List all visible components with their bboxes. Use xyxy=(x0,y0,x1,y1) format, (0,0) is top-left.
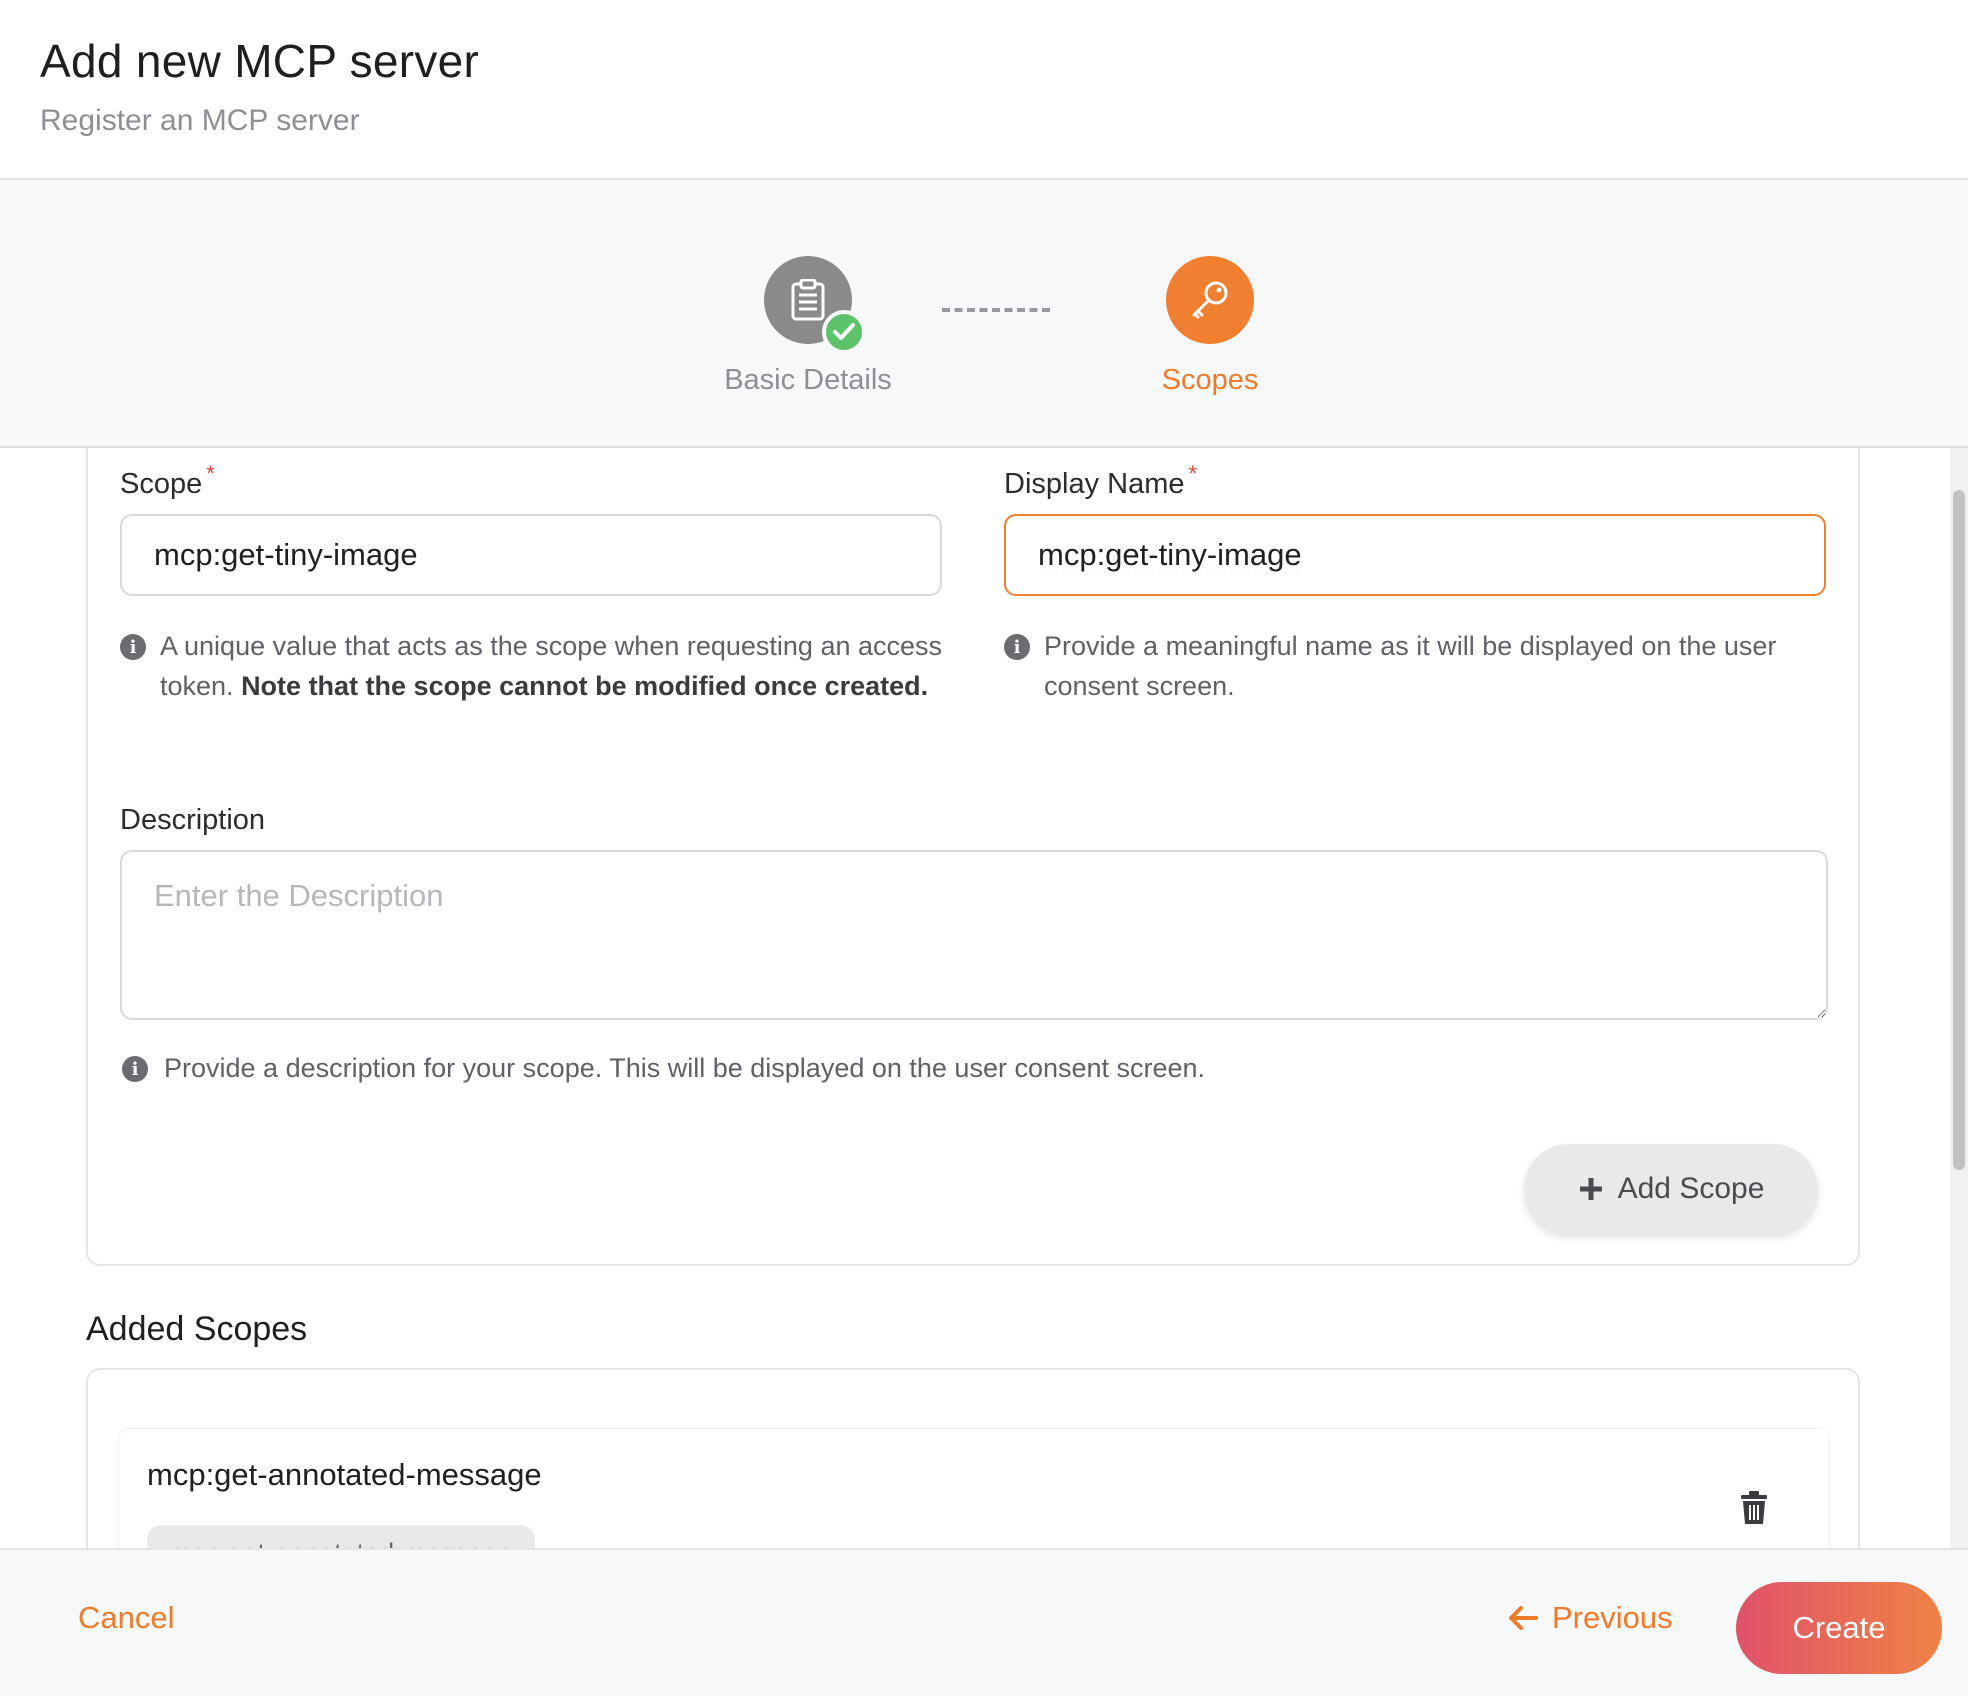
info-icon: i xyxy=(1004,634,1030,660)
check-icon xyxy=(822,310,866,354)
scrollbar-thumb[interactable] xyxy=(1953,490,1965,1170)
dialog-header: Add new MCP server Register an MCP serve… xyxy=(0,0,1968,180)
add-scope-button[interactable]: Add Scope xyxy=(1524,1144,1818,1234)
step-scopes-circle xyxy=(1166,256,1254,344)
add-scope-label: Add Scope xyxy=(1617,1172,1765,1205)
scrollbar[interactable] xyxy=(1950,448,1968,1548)
scope-label-text: Scope xyxy=(120,468,203,500)
previous-button[interactable]: Previous xyxy=(1490,1590,1691,1646)
added-scopes-heading: Added Scopes xyxy=(86,1310,308,1348)
required-marker: * xyxy=(1188,461,1198,486)
step-scopes-label: Scopes xyxy=(1161,364,1259,396)
trash-icon[interactable] xyxy=(1739,1491,1769,1530)
wizard-stepper: Basic Details Scopes xyxy=(0,180,1968,448)
scope-help-text: A unique value that acts as the scope wh… xyxy=(160,626,950,706)
scope-form-card: Scope* i A unique value that acts as the… xyxy=(86,448,1860,1266)
step-basic-details[interactable]: Basic Details xyxy=(714,256,902,397)
previous-label: Previous xyxy=(1552,1600,1673,1635)
step-scopes[interactable]: Scopes xyxy=(1100,256,1320,397)
info-icon: i xyxy=(122,1056,148,1082)
plus-icon xyxy=(1579,1178,1602,1200)
create-button[interactable]: Create xyxy=(1736,1582,1942,1674)
key-icon xyxy=(1192,281,1228,319)
clipboard-icon xyxy=(791,279,825,321)
scope-label: Scope * xyxy=(120,461,215,501)
step-connector xyxy=(942,308,1050,312)
description-textarea[interactable] xyxy=(120,850,1828,1020)
arrow-left-icon xyxy=(1509,1606,1538,1630)
description-help-text: Provide a description for your scope. Th… xyxy=(164,1053,1206,1083)
scope-input[interactable] xyxy=(120,514,942,596)
page-title: Add new MCP server xyxy=(40,35,480,87)
scope-help-bold: Note that the scope cannot be modified o… xyxy=(241,671,929,701)
dialog-footer: Cancel Previous Create xyxy=(0,1548,1968,1696)
cancel-button[interactable]: Cancel xyxy=(60,1590,193,1646)
step-basic-details-circle xyxy=(764,256,866,354)
info-icon: i xyxy=(120,634,146,660)
required-marker: * xyxy=(206,461,215,486)
added-scopes-list: mcp:get-annotated-message mcp:get-annota… xyxy=(86,1368,1860,1581)
step-basic-details-label: Basic Details xyxy=(724,364,892,396)
display-name-help-text: Provide a meaningful name as it will be … xyxy=(1044,631,1777,701)
display-name-label: Display Name * xyxy=(1004,461,1197,501)
display-name-label-text: Display Name xyxy=(1004,468,1185,500)
display-name-input[interactable] xyxy=(1004,514,1826,596)
description-label: Description xyxy=(120,804,266,836)
scope-item-name: mcp:get-annotated-message xyxy=(147,1457,542,1492)
page-subtitle: Register an MCP server xyxy=(40,104,360,137)
